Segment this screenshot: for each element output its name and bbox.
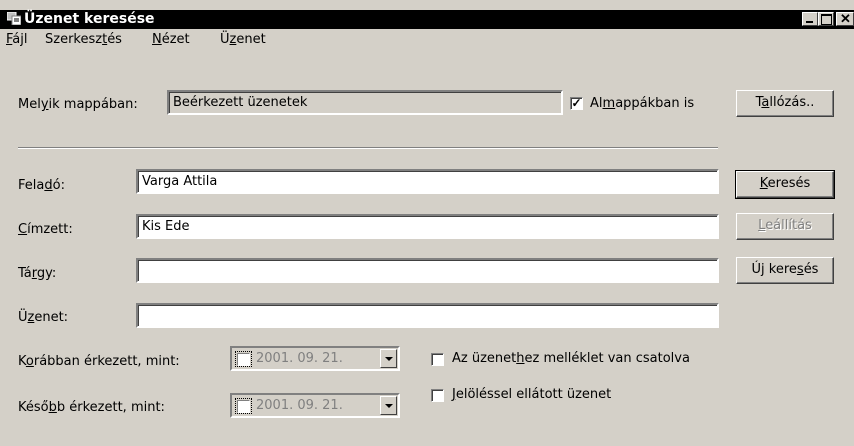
- browse-button[interactable]: Tallózás..: [736, 90, 834, 117]
- close-icon: ✕: [840, 11, 851, 26]
- menu-edit[interactable]: Szerkesztés: [45, 32, 122, 47]
- subfolders-label[interactable]: Almappákban is: [590, 96, 694, 111]
- recipient-label: Címzett:: [18, 222, 73, 237]
- new-search-button[interactable]: Új keresés: [736, 257, 834, 284]
- maximize-button[interactable]: [818, 12, 834, 26]
- search-window-icon: [7, 12, 21, 25]
- received-before-date: 2001. 09. 21.: [256, 351, 343, 366]
- flagged-label[interactable]: Jelöléssel ellátott üzenet: [452, 387, 611, 402]
- window-title: Üzenet keresése: [24, 11, 155, 27]
- received-after-label: Később érkezett, mint:: [18, 400, 165, 415]
- subfolders-checkbox[interactable]: ✓: [570, 97, 583, 110]
- received-after-date: 2001. 09. 21.: [256, 398, 343, 413]
- menu-file[interactable]: Fájl: [6, 32, 28, 47]
- maximize-icon: [821, 14, 832, 25]
- received-before-date-picker[interactable]: 2001. 09. 21.: [230, 346, 400, 371]
- menu-message[interactable]: Üzenet: [220, 32, 266, 47]
- checkmark-icon: ✓: [571, 96, 582, 110]
- menu-bar: Fájl Szerkesztés Nézet Üzenet: [0, 29, 854, 49]
- attachment-checkbox[interactable]: [431, 353, 444, 366]
- subject-input[interactable]: [136, 258, 719, 283]
- minimize-button[interactable]: [802, 12, 818, 26]
- close-button[interactable]: ✕: [836, 11, 854, 26]
- sender-input[interactable]: Varga Attila: [136, 169, 719, 194]
- received-after-dropdown-button[interactable]: [380, 396, 397, 415]
- folder-label: Melyik mappában:: [18, 97, 138, 112]
- folder-field: Beérkezett üzenetek: [167, 90, 563, 115]
- subject-label: Tárgy:: [18, 266, 57, 281]
- title-bar: Üzenet keresése ✕: [0, 10, 854, 29]
- flagged-checkbox[interactable]: [431, 389, 444, 402]
- separator: [18, 147, 718, 149]
- received-before-label: Korábban érkezett, mint:: [18, 354, 180, 369]
- received-before-dropdown-button[interactable]: [380, 349, 397, 368]
- search-message-window: Üzenet keresése ✕ Fájl Szerkesztés Nézet…: [0, 0, 854, 446]
- stop-button[interactable]: Leállítás: [736, 213, 834, 240]
- menu-view[interactable]: Nézet: [152, 32, 190, 47]
- received-after-date-picker[interactable]: 2001. 09. 21.: [230, 393, 400, 418]
- chevron-down-icon: [385, 404, 393, 408]
- message-input[interactable]: [136, 303, 719, 328]
- minimize-icon: [806, 21, 813, 23]
- search-button[interactable]: Keresés: [735, 170, 835, 199]
- recipient-input[interactable]: Kis Ede: [136, 214, 719, 239]
- sender-label: Feladó:: [18, 178, 65, 193]
- attachment-label[interactable]: Az üzenethez melléklet van csatolva: [452, 351, 690, 366]
- chevron-down-icon: [385, 357, 393, 361]
- received-after-checkbox[interactable]: [235, 398, 252, 414]
- received-before-checkbox[interactable]: [235, 351, 252, 367]
- message-label: Üzenet:: [18, 310, 69, 325]
